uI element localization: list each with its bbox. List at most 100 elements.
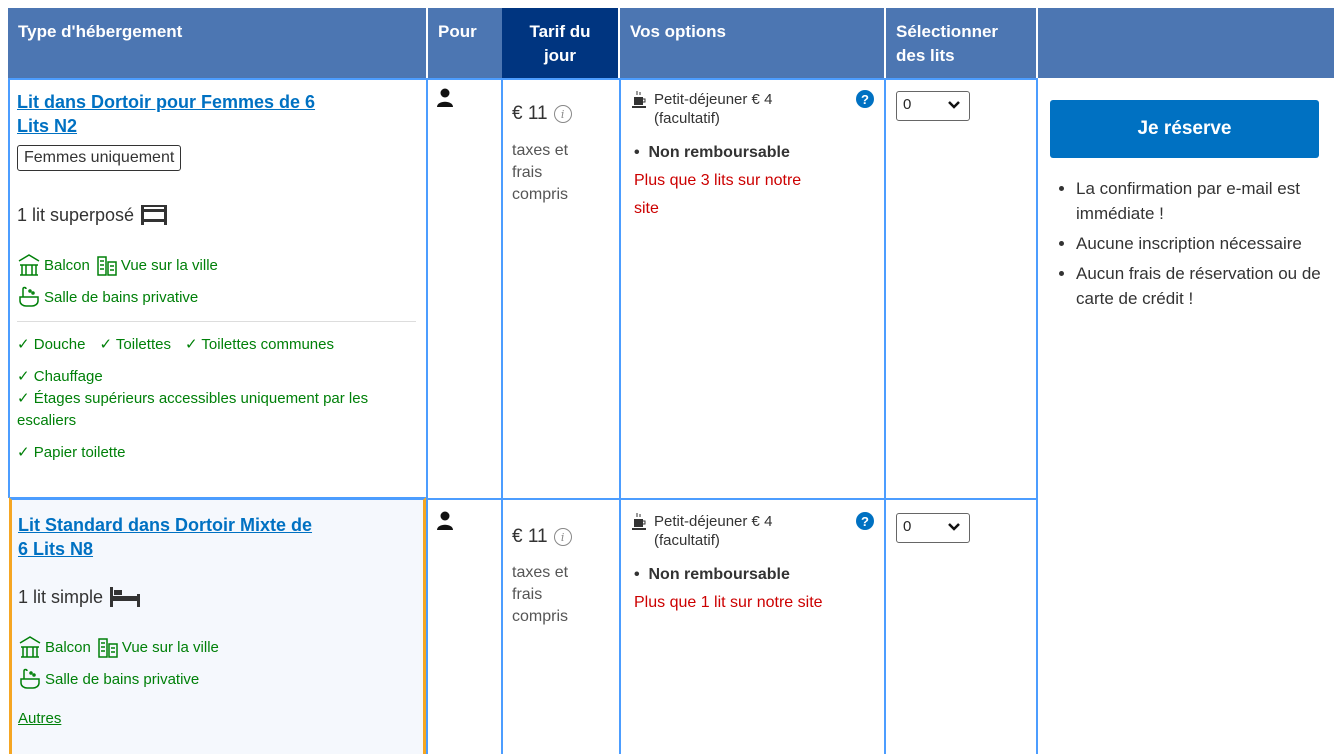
bed-type-label: 1 lit simple [18,586,104,607]
person-icon [437,88,453,107]
availability-note: Plus que 3 lits sur notre site [634,167,801,223]
breakfast-optional: (facultatif) [654,110,720,127]
select-value: 0 [903,96,912,113]
reserve-button[interactable]: Je réserve [1050,100,1319,158]
price-value: € 11 [512,526,548,547]
help-icon[interactable]: ? [856,512,874,530]
bunk-bed-icon [141,205,168,225]
balcony-icon [19,636,41,658]
check-item-label: Toilettes communes [201,336,334,353]
grid-line [884,78,886,754]
non-refundable-label: Non remboursable [648,144,790,161]
room-title-line1[interactable]: Lit Standard dans Dortoir Mixte de [18,513,418,537]
room-title-line2[interactable]: Lits N2 [17,114,417,138]
tax-line: taxes et [512,142,569,159]
facility-balcon: Balcon [17,253,90,277]
check-item: ✓ Toilettes communes [184,336,334,353]
bed-type: 1 lit simple [18,586,141,608]
room-title[interactable]: Lit Standard dans Dortoir Mixte de 6 Lit… [18,513,418,561]
header-type: Type d'hébergement [8,8,426,78]
tax-note: taxes et frais compris [512,140,568,206]
breakfast-optional: (facultatif) [654,532,720,549]
room-checks: ✓ Douche ✓ Toilettes ✓ Toilettes commune… [17,334,417,464]
bath-icon [20,668,40,689]
breakfast-text: Petit-déjeuner € 4 (facultatif) [654,512,772,550]
coffee-icon [632,513,646,530]
tax-line: frais [512,586,543,603]
tax-line: compris [512,186,569,203]
tax-line: compris [512,608,569,625]
bath-icon [19,286,39,307]
check-item: ✓ Chauffage [17,368,103,385]
tax-note: taxes et frais compris [512,562,568,628]
benefit-item: La confirmation par e-mail est immédiate… [1076,176,1334,226]
bed-type-label: 1 lit superposé [17,204,135,225]
check-item-label: Papier toilette [33,444,126,461]
check-item-label: Chauffage [33,368,103,385]
price: € 11 i [512,103,572,125]
tax-line: frais [512,164,543,181]
check-item: ✓ Toilettes [99,336,171,353]
header-select: Sélectionner des lits [886,8,1036,78]
grid-line [8,78,1038,80]
benefit-item: Aucun frais de réservation ou de carte d… [1076,261,1334,311]
breakfast-option: Petit-déjeuner € 4 (facultatif) [632,90,772,128]
facility-balcon-label: Balcon [44,256,90,274]
facility-balcon-label: Balcon [45,638,91,656]
check-item-label: Douche [33,336,86,353]
grid-line [619,78,621,754]
facility-sdb: Salle de bains privative [18,667,199,691]
check-item: ✓ Étages supérieurs accessibles uniqueme… [17,390,369,429]
grid-line [426,498,1038,500]
non-refundable-label: Non remboursable [648,566,790,583]
header-select-text: Sélectionner des lits [896,22,999,65]
help-icon[interactable]: ? [856,90,874,108]
city-view-icon [98,638,118,658]
facilities-row: Balcon Vue sur la ville [18,635,219,659]
grid-line [426,78,428,754]
check-item-label: Étages supérieurs accessibles uniquement… [17,390,369,429]
facility-balcon: Balcon [18,635,91,659]
availability-line: Plus que 3 lits sur notre [634,172,802,189]
price: € 11 i [512,526,572,548]
info-icon[interactable]: i [553,528,572,546]
check-item: ✓ Papier toilette [17,444,126,461]
breakfast-price: Petit-déjeuner € 4 [654,513,773,530]
bed-quantity-select[interactable]: 0 [896,513,970,543]
badge-text: Femmes uniquement [17,145,182,171]
divider [17,321,416,322]
balcony-icon [18,254,40,276]
coffee-icon [632,91,646,108]
table-header: Type d'hébergement Pour Tarif du jour Vo… [8,8,1334,78]
header-tarif: Tarif du jour [502,8,618,78]
grid-line [8,78,10,498]
facility-vue: Vue sur la ville [96,253,218,277]
select-value: 0 [903,518,912,535]
facility-sdb-label: Salle de bains privative [45,670,200,688]
grid-line [1036,78,1038,754]
header-pour: Pour [428,8,502,78]
bed-quantity-select[interactable]: 0 [896,91,970,121]
availability-note: Plus que 1 lit sur notre site [634,589,823,617]
bed-type: 1 lit superposé [17,204,168,226]
availability-line: site [634,200,659,217]
info-icon[interactable]: i [553,105,572,123]
price-value: € 11 [512,103,548,124]
chevron-down-icon [948,523,960,531]
check-item-label: Toilettes [115,336,171,353]
facility-sdb: Salle de bains privative [17,285,198,309]
header-options: Vos options [620,8,884,78]
room-title[interactable]: Lit dans Dortoir pour Femmes de 6 Lits N… [17,90,417,138]
breakfast-option: Petit-déjeuner € 4 (facultatif) [632,512,772,550]
person-icon [437,511,453,530]
room-title-line1[interactable]: Lit dans Dortoir pour Femmes de 6 [17,90,417,114]
more-facilities-link[interactable]: Autres [18,710,61,727]
facility-sdb-label: Salle de bains privative [44,288,199,306]
facility-vue: Vue sur la ville [97,635,219,659]
women-only-badge: Femmes uniquement [17,145,182,171]
facility-vue-label: Vue sur la ville [120,256,218,274]
room-title-line2[interactable]: 6 Lits N8 [18,537,418,561]
breakfast-price: Petit-déjeuner € 4 [654,91,773,108]
non-refundable: • Non remboursable [634,566,790,583]
city-view-icon [97,256,117,276]
